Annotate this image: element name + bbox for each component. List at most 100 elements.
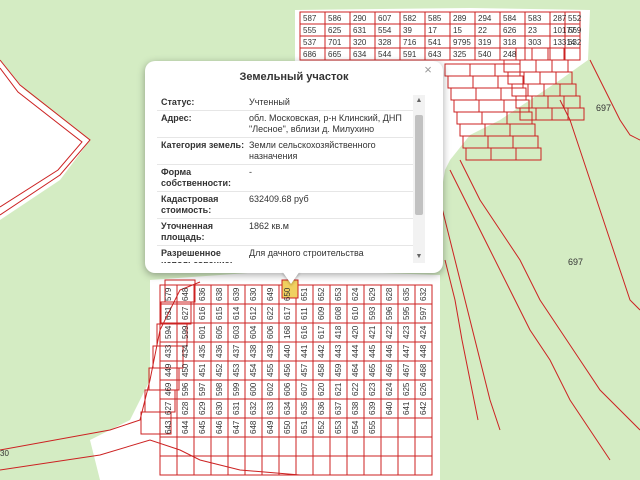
- plot-label: 452: [215, 363, 224, 377]
- plot-label: 579: [164, 287, 173, 301]
- plot-label: 435: [198, 344, 207, 358]
- plot-label: 290: [353, 14, 367, 23]
- plot-label: 628: [385, 287, 394, 301]
- plot-label: 23: [528, 26, 537, 35]
- plot-label: 626: [503, 26, 517, 35]
- row-key: Статус:: [161, 97, 195, 107]
- plot-label: 440: [283, 344, 292, 358]
- scroll-up-icon[interactable]: ▲: [415, 97, 423, 105]
- plot-label: 634: [283, 401, 292, 415]
- plot-label: 584: [503, 14, 517, 23]
- popup-pointer: [282, 271, 300, 284]
- plot-label: 609: [317, 306, 326, 320]
- plot-label: 631: [164, 306, 173, 320]
- plot-label: 438: [249, 344, 258, 358]
- scroll-down-icon[interactable]: ▼: [415, 253, 423, 261]
- row-key: Уточненная площадь:: [161, 221, 213, 242]
- plot-label: 555: [303, 26, 317, 35]
- plot-label: 320: [353, 38, 367, 47]
- plot-label: 624: [385, 382, 394, 396]
- plot-label: 602: [266, 382, 275, 396]
- popup-details: Статус: Учтенный Адрес: обл. Московская,…: [157, 95, 421, 263]
- plot-label: 701: [328, 38, 342, 47]
- plot-label: 444: [351, 344, 360, 358]
- plot-cell[interactable]: [551, 107, 569, 121]
- row-cadastral-value: Кадастровая стоимость: 632409.68 руб: [157, 192, 421, 219]
- plot-label: 436: [215, 344, 224, 358]
- plot-label: 467: [402, 363, 411, 377]
- plot-label: 632: [568, 38, 582, 47]
- popup-scrollbar[interactable]: ▲ ▼: [413, 95, 425, 263]
- row-key: Кадастровая стоимость:: [161, 194, 219, 215]
- plot-label: 601: [198, 325, 207, 339]
- row-value: 632409.68 руб: [249, 194, 309, 204]
- row-value: Для дачного строительства: [249, 248, 364, 258]
- plot-label: 627: [181, 306, 190, 320]
- row-status: Статус: Учтенный: [157, 95, 421, 111]
- close-icon[interactable]: ×: [421, 63, 435, 77]
- plot-cell[interactable]: [484, 123, 511, 137]
- plot-cell[interactable]: [487, 135, 514, 149]
- plot-label: 450: [181, 363, 190, 377]
- plot-label: 632: [249, 401, 258, 415]
- plot-label: 642: [419, 401, 428, 415]
- plot-label: 625: [328, 26, 342, 35]
- plot-label: 464: [351, 363, 360, 377]
- plot-label: 616: [198, 306, 207, 320]
- plot-label: 595: [402, 306, 411, 320]
- plot-label: 614: [232, 306, 241, 320]
- plot-label: 716: [403, 38, 417, 47]
- row-key: Форма собственности:: [161, 167, 231, 188]
- plot-label: 638: [215, 287, 224, 301]
- plot-label: 422: [385, 325, 394, 339]
- plot-label: 587: [303, 14, 317, 23]
- plot-label: 622: [351, 382, 360, 396]
- plot-label: 630: [215, 401, 224, 415]
- plot-cell[interactable]: [515, 147, 542, 161]
- plot-label: 617: [283, 306, 292, 320]
- plot-label: 554: [378, 26, 392, 35]
- row-value: Земли сельскохозяйственного назначения: [249, 140, 376, 161]
- plot-label: 651: [300, 287, 309, 301]
- scroll-thumb[interactable]: [415, 115, 423, 215]
- plot-label: 434: [181, 344, 190, 358]
- plot-label: 611: [300, 307, 309, 320]
- plot-label-right-2: 697: [568, 257, 583, 267]
- plot-label: 418: [334, 325, 343, 339]
- plot-cell[interactable]: [512, 135, 539, 149]
- plot-label: 608: [334, 306, 343, 320]
- row-value: обл. Московская, р-н Клинский, ДНП "Лесн…: [249, 113, 402, 134]
- plot-label: 649: [266, 287, 275, 301]
- row-ownership: Форма собственности: -: [157, 165, 421, 192]
- plot-label: 620: [317, 382, 326, 396]
- plot-label: 606: [266, 325, 275, 339]
- plot-label: 9795: [453, 38, 471, 47]
- plot-label: 597: [198, 382, 207, 396]
- plot-cell[interactable]: [563, 95, 581, 109]
- plot-cell[interactable]: [465, 147, 492, 161]
- plot-label: 629: [198, 401, 207, 415]
- plot-label: 318: [503, 38, 517, 47]
- plot-label: 468: [419, 363, 428, 377]
- plot-cell[interactable]: [535, 107, 553, 121]
- plot-label: 616: [300, 325, 309, 339]
- plot-cell[interactable]: [490, 147, 517, 161]
- plot-label: 630: [249, 287, 258, 301]
- plot-label: 456: [283, 363, 292, 377]
- plot-label: 625: [402, 382, 411, 396]
- plot-label: 650: [283, 287, 292, 301]
- plot-label: 600: [249, 382, 258, 396]
- plot-label: 586: [328, 14, 342, 23]
- plot-label: 623: [368, 382, 377, 396]
- plot-cell[interactable]: [509, 123, 536, 137]
- plot-label: 540: [478, 50, 492, 59]
- plot-label: 423: [402, 325, 411, 339]
- plot-label: 453: [232, 363, 241, 377]
- plot-label: 632: [419, 287, 428, 301]
- plot-label: 168: [283, 325, 292, 339]
- plot-label: 653: [334, 420, 343, 434]
- plot-label: 596: [181, 382, 190, 396]
- plot-label: 617: [317, 325, 326, 339]
- plot-label: 598: [215, 382, 224, 396]
- plot-cell[interactable]: [567, 107, 585, 121]
